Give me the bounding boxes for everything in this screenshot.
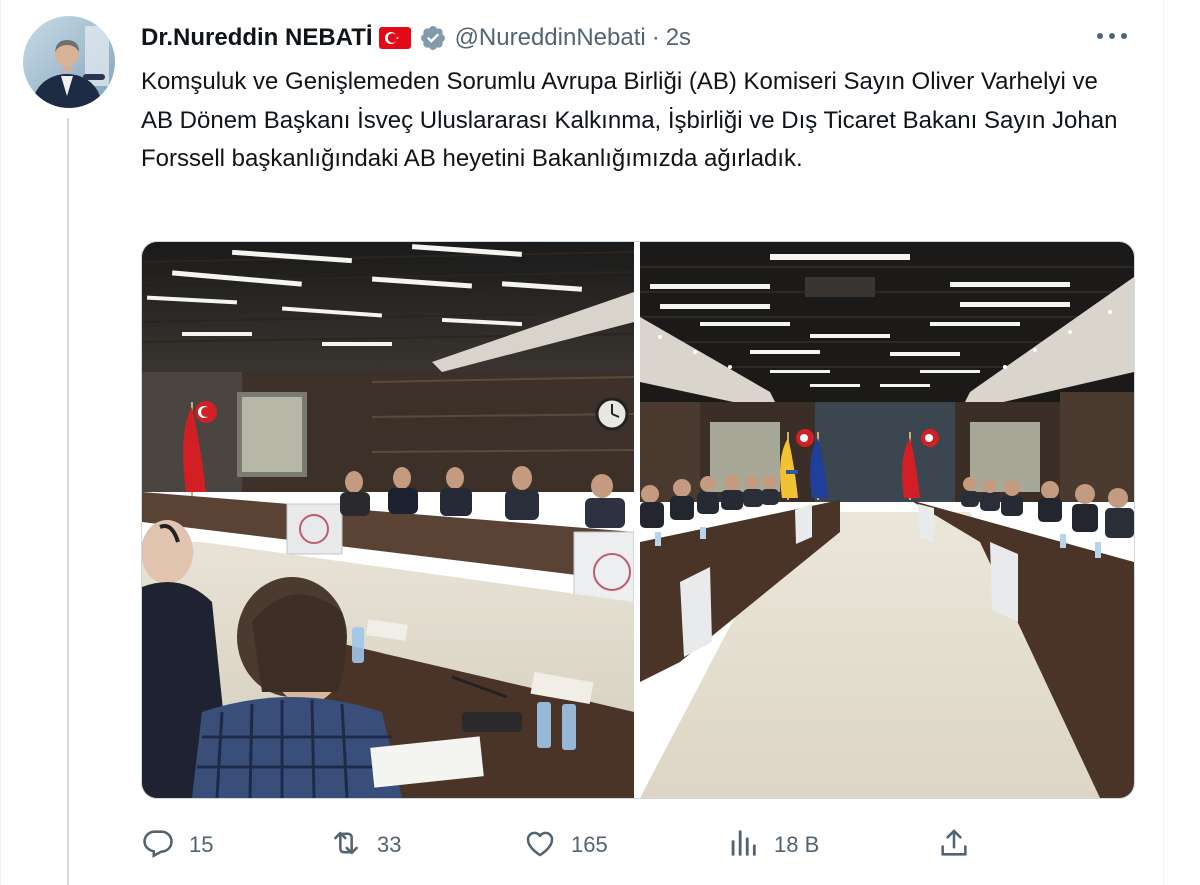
verified-badge-icon[interactable] [419, 24, 447, 52]
turkey-flag-icon [378, 27, 411, 49]
meeting-photo-left[interactable] [142, 242, 635, 798]
retweet-icon [329, 826, 363, 865]
reply-icon [141, 826, 175, 865]
share-button[interactable] [937, 820, 971, 870]
share-icon [937, 826, 971, 865]
timestamp[interactable]: 2s [666, 24, 691, 52]
author-handle[interactable]: @NureddinNebati [455, 24, 646, 52]
right-divider [1163, 0, 1164, 885]
media-grid [141, 241, 1135, 799]
tweet-text: Komşuluk ve Genişlemeden Sorumlu Avrupa … [141, 68, 1118, 172]
meeting-photo-right[interactable] [640, 242, 1134, 798]
heart-icon [523, 826, 557, 865]
like-count: 165 [571, 832, 608, 857]
more-dots-icon[interactable] [1092, 22, 1132, 50]
author-name[interactable]: Dr.Nureddin NEBATİ [141, 24, 373, 52]
views-chart-icon [726, 826, 760, 865]
retweet-count: 33 [377, 832, 402, 857]
thread-line [67, 118, 69, 885]
avatar[interactable] [23, 16, 115, 108]
views-count: 18 B [774, 832, 820, 857]
tweet-card[interactable]: Dr.Nureddin NEBATİ @NureddinNebati · 2s [0, 0, 1200, 885]
reply-button[interactable]: 15 [141, 820, 213, 870]
like-button[interactable]: 165 [523, 820, 608, 870]
separator-dot: · [651, 24, 660, 51]
views-button[interactable]: 18 B [726, 820, 819, 870]
retweet-button[interactable]: 33 [329, 820, 401, 870]
reply-count: 15 [189, 832, 214, 857]
left-divider [0, 0, 1, 885]
tweet-actions: 15 33 165 18 B [141, 820, 1131, 870]
tweet-header: Dr.Nureddin NEBATİ @NureddinNebati · 2s [141, 20, 691, 56]
